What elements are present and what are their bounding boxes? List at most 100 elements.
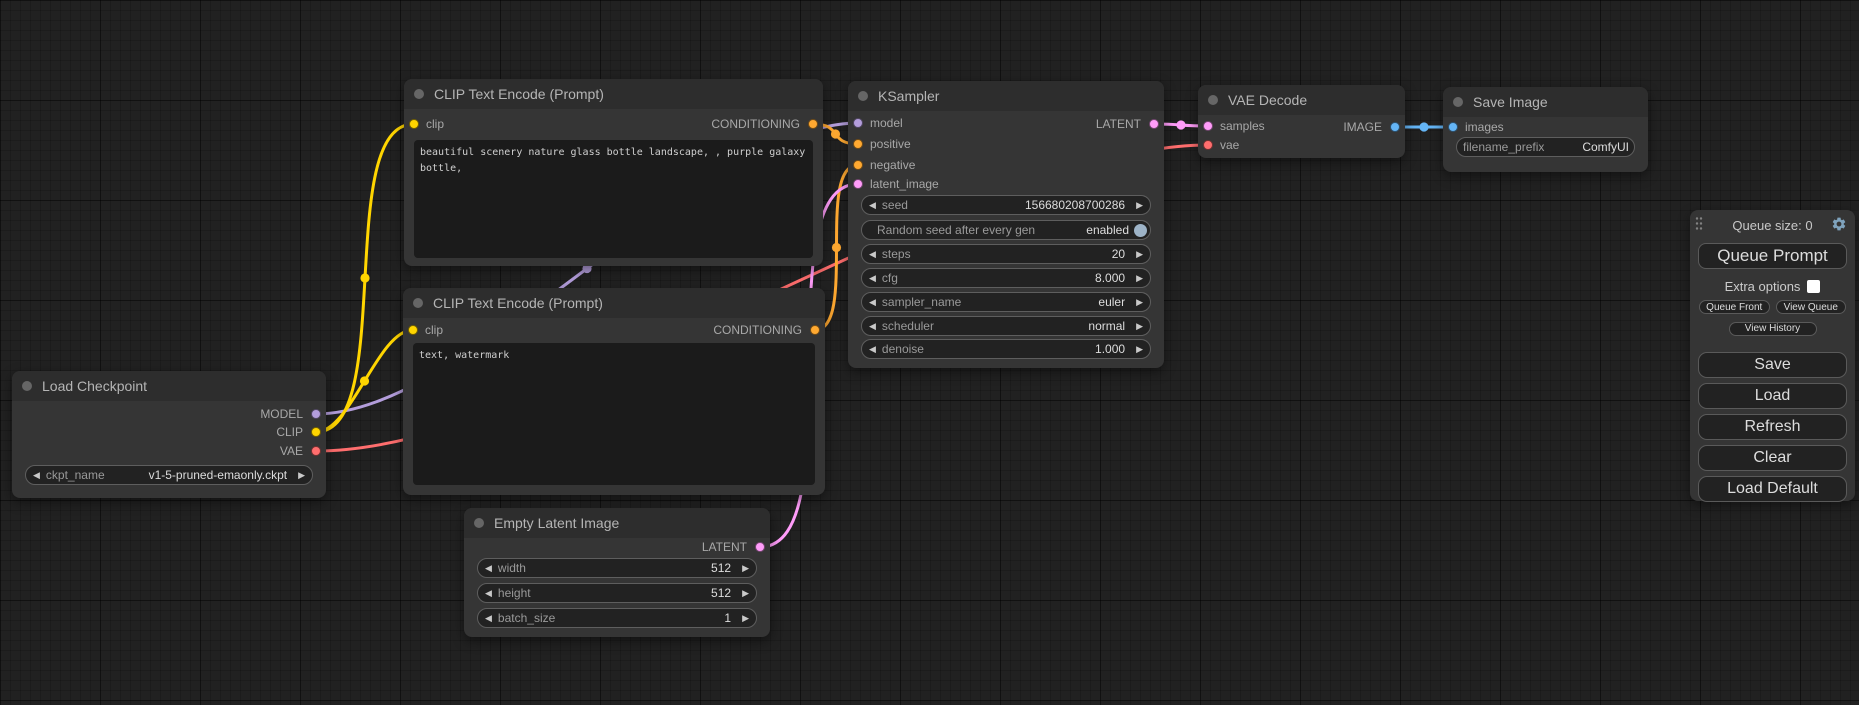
increment-arrow-icon[interactable]: ▶	[1136, 297, 1143, 308]
node-title-bar[interactable]: KSampler	[848, 81, 1164, 111]
clip-text-encode-positive-input-clip[interactable]: clip	[409, 116, 444, 132]
ksampler-input-latent_image[interactable]: latent_image	[853, 176, 939, 192]
refresh-button[interactable]: Refresh	[1698, 414, 1847, 440]
input-slot-dot[interactable]	[1203, 121, 1213, 131]
node-load-checkpoint[interactable]: Load CheckpointMODELCLIPVAE◀ckpt_namev1-…	[12, 371, 326, 498]
queue-prompt-button[interactable]: Queue Prompt	[1698, 243, 1847, 269]
ksampler-input-model[interactable]: model	[853, 115, 903, 131]
widget-steps[interactable]: ◀steps20▶	[861, 244, 1151, 264]
input-slot-dot[interactable]	[1448, 122, 1458, 132]
output-slot-dot[interactable]	[311, 446, 321, 456]
clip-text-encode-positive-output-CONDITIONING[interactable]: CONDITIONING	[711, 116, 818, 132]
collapse-dot[interactable]	[413, 298, 423, 308]
decrement-arrow-icon[interactable]: ◀	[33, 470, 40, 481]
node-save-image[interactable]: Save Imageimagesfilename_prefixComfyUI	[1443, 87, 1648, 172]
node-title-bar[interactable]: Load Checkpoint	[12, 371, 326, 401]
widget-scheduler[interactable]: ◀schedulernormal▶	[861, 316, 1151, 336]
load-button[interactable]: Load	[1698, 383, 1847, 409]
view-queue-button[interactable]: View Queue	[1776, 300, 1847, 314]
input-slot-dot[interactable]	[853, 179, 863, 189]
output-slot-dot[interactable]	[808, 119, 818, 129]
collapse-dot[interactable]	[474, 518, 484, 528]
collapse-dot[interactable]	[22, 381, 32, 391]
output-slot-dot[interactable]	[311, 427, 321, 437]
load-checkpoint-output-VAE[interactable]: VAE	[280, 443, 321, 459]
increment-arrow-icon[interactable]: ▶	[298, 470, 305, 481]
input-slot-dot[interactable]	[853, 160, 863, 170]
widget-filename-prefix[interactable]: filename_prefixComfyUI	[1456, 137, 1635, 157]
widget-height[interactable]: ◀height512▶	[477, 583, 757, 603]
extra-options-checkbox[interactable]	[1807, 280, 1820, 293]
input-slot-dot[interactable]	[408, 325, 418, 335]
vae-decode-input-samples[interactable]: samples	[1203, 118, 1265, 134]
load-checkpoint-output-CLIP[interactable]: CLIP	[276, 424, 321, 440]
input-slot-dot[interactable]	[853, 139, 863, 149]
load-default-button[interactable]: Load Default	[1698, 476, 1847, 502]
widget-cfg[interactable]: ◀cfg8.000▶	[861, 268, 1151, 288]
node-clip-text-encode-positive[interactable]: CLIP Text Encode (Prompt) clip CONDITIONIN…	[404, 79, 823, 266]
increment-arrow-icon[interactable]: ▶	[1136, 249, 1143, 260]
collapse-dot[interactable]	[1453, 97, 1463, 107]
widget-sampler-name[interactable]: ◀sampler_nameeuler▶	[861, 292, 1151, 312]
ksampler-output-LATENT[interactable]: LATENT	[1096, 116, 1159, 132]
increment-arrow-icon[interactable]: ▶	[742, 563, 749, 574]
decrement-arrow-icon[interactable]: ◀	[485, 563, 492, 574]
widget-random-seed-after-every-gen[interactable]: Random seed after every genenabled	[861, 220, 1151, 240]
vae-decode-output-IMAGE[interactable]: IMAGE	[1343, 119, 1400, 135]
increment-arrow-icon[interactable]: ▶	[1136, 273, 1143, 284]
load-checkpoint-output-MODEL[interactable]: MODEL	[260, 406, 321, 422]
increment-arrow-icon[interactable]: ▶	[1136, 321, 1143, 332]
collapse-dot[interactable]	[858, 91, 868, 101]
decrement-arrow-icon[interactable]: ◀	[869, 321, 876, 332]
node-empty-latent-image[interactable]: Empty Latent ImageLATENT ◀width512▶ ◀heigh…	[464, 508, 770, 637]
increment-arrow-icon[interactable]: ▶	[742, 588, 749, 599]
settings-gear-icon[interactable]	[1831, 216, 1847, 232]
collapse-dot[interactable]	[1208, 95, 1218, 105]
widget-width[interactable]: ◀width512▶	[477, 558, 757, 578]
decrement-arrow-icon[interactable]: ◀	[869, 273, 876, 284]
graph-canvas[interactable]: Load CheckpointMODELCLIPVAE◀ckpt_namev1-…	[0, 0, 1859, 705]
empty-latent-image-output-LATENT[interactable]: LATENT	[702, 539, 765, 555]
collapse-dot[interactable]	[414, 89, 424, 99]
node-ksampler[interactable]: KSamplermodelpositivenegativelatent_imag…	[848, 81, 1164, 368]
prompt-textarea[interactable]: beautiful scenery nature glass bottle la…	[414, 140, 813, 258]
node-title-bar[interactable]: VAE Decode	[1198, 85, 1405, 115]
clip-text-encode-negative-input-clip[interactable]: clip	[408, 322, 443, 338]
comfyui-canvas[interactable]: { "queue_panel": { "queue_size_label": "…	[0, 0, 1859, 705]
input-slot-dot[interactable]	[409, 119, 419, 129]
toggle-knob-icon[interactable]	[1134, 224, 1147, 237]
widget-batch-size[interactable]: ◀batch_size1▶	[477, 608, 757, 628]
clip-text-encode-negative-output-CONDITIONING[interactable]: CONDITIONING	[713, 322, 820, 338]
ksampler-input-negative[interactable]: negative	[853, 157, 915, 173]
decrement-arrow-icon[interactable]: ◀	[485, 613, 492, 624]
increment-arrow-icon[interactable]: ▶	[1136, 200, 1143, 211]
clear-button[interactable]: Clear	[1698, 445, 1847, 471]
decrement-arrow-icon[interactable]: ◀	[869, 200, 876, 211]
decrement-arrow-icon[interactable]: ◀	[869, 344, 876, 355]
widget-seed[interactable]: ◀seed156680208700286▶	[861, 195, 1151, 215]
prompt-textarea[interactable]: text, watermark	[413, 343, 815, 485]
output-slot-dot[interactable]	[1149, 119, 1159, 129]
input-slot-dot[interactable]	[853, 118, 863, 128]
view-history-button[interactable]: View History	[1729, 322, 1817, 336]
node-vae-decode[interactable]: VAE Decode samples vae IMAGE	[1198, 85, 1405, 158]
drag-handle-icon[interactable]	[1695, 216, 1703, 231]
node-clip-text-encode-negative[interactable]: CLIP Text Encode (Prompt) clip CONDITIONIN…	[403, 288, 825, 495]
decrement-arrow-icon[interactable]: ◀	[869, 297, 876, 308]
decrement-arrow-icon[interactable]: ◀	[869, 249, 876, 260]
node-title-bar[interactable]: Empty Latent Image	[464, 508, 770, 538]
node-title-bar[interactable]: Save Image	[1443, 87, 1648, 117]
vae-decode-input-vae[interactable]: vae	[1203, 137, 1239, 153]
save-button[interactable]: Save	[1698, 352, 1847, 378]
node-title-bar[interactable]: CLIP Text Encode (Prompt)	[404, 79, 823, 109]
queue-front-button[interactable]: Queue Front	[1699, 300, 1770, 314]
output-slot-dot[interactable]	[810, 325, 820, 335]
output-slot-dot[interactable]	[755, 542, 765, 552]
output-slot-dot[interactable]	[311, 409, 321, 419]
decrement-arrow-icon[interactable]: ◀	[485, 588, 492, 599]
node-title-bar[interactable]: CLIP Text Encode (Prompt)	[403, 288, 825, 318]
increment-arrow-icon[interactable]: ▶	[742, 613, 749, 624]
widget-denoise[interactable]: ◀denoise1.000▶	[861, 339, 1151, 359]
input-slot-dot[interactable]	[1203, 140, 1213, 150]
increment-arrow-icon[interactable]: ▶	[1136, 344, 1143, 355]
